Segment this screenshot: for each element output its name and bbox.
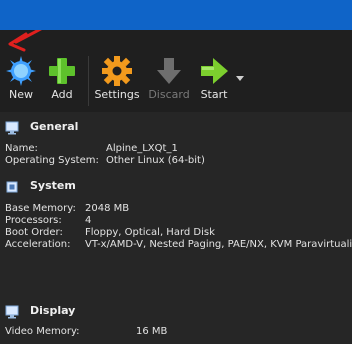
section-display-title: Display (30, 304, 76, 317)
general-row-os: Operating System: Other Linux (64-bit) (5, 155, 345, 168)
gear-icon (102, 56, 132, 86)
row-value: 2048 MB (85, 203, 130, 214)
section-general-header[interactable]: General (5, 119, 205, 139)
row-key: Name: (5, 143, 38, 154)
chip-icon (6, 181, 18, 193)
row-value: 16 MB (136, 326, 168, 337)
discard-arrow-icon (157, 58, 181, 84)
details-pane: General Name: Alpine_LXQt_1 Operating Sy… (0, 112, 352, 344)
discard-button-label: Discard (148, 88, 190, 101)
section-system-title: System (30, 179, 76, 192)
row-key: Base Memory: (5, 203, 76, 214)
row-key: Operating System: (5, 155, 99, 166)
row-key: Video Memory: (5, 326, 80, 337)
row-value: 4 (85, 215, 92, 226)
add-button[interactable]: Add (44, 55, 80, 107)
add-button-label: Add (51, 88, 73, 101)
row-key: Boot Order: (5, 227, 63, 238)
monitor-icon (5, 121, 19, 135)
toolbar: New Add Settings Discard Start (0, 30, 352, 112)
section-general-title: General (30, 120, 79, 133)
discard-button[interactable]: Discard (148, 55, 190, 107)
start-button[interactable]: Start (196, 55, 232, 107)
display-icon (5, 305, 19, 319)
start-button-label: Start (200, 88, 228, 101)
section-display-header[interactable]: Display (5, 303, 205, 323)
start-arrow-icon (201, 58, 228, 84)
new-sun-icon (6, 56, 36, 86)
settings-button-label: Settings (94, 88, 140, 101)
row-value: Other Linux (64-bit) (106, 155, 205, 166)
start-dropdown-chevron-icon[interactable] (236, 76, 244, 82)
row-value: Alpine_LXQt_1 (106, 143, 178, 154)
window-title-bar (0, 0, 352, 30)
toolbar-separator (88, 56, 89, 106)
new-button[interactable]: New (2, 55, 40, 107)
row-key: Processors: (5, 215, 62, 226)
section-system-header[interactable]: System (5, 178, 205, 198)
system-row-acceleration: Acceleration: VT-x/AMD-V, Nested Paging,… (5, 239, 352, 252)
plus-icon (49, 58, 75, 84)
row-value: Floppy, Optical, Hard Disk (85, 227, 215, 238)
new-button-label: New (9, 88, 33, 101)
row-key: Acceleration: (5, 239, 71, 250)
settings-button[interactable]: Settings (94, 55, 140, 107)
row-value: VT-x/AMD-V, Nested Paging, PAE/NX, KVM P… (85, 239, 352, 250)
display-row-video-memory: Video Memory: 16 MB (5, 326, 345, 339)
